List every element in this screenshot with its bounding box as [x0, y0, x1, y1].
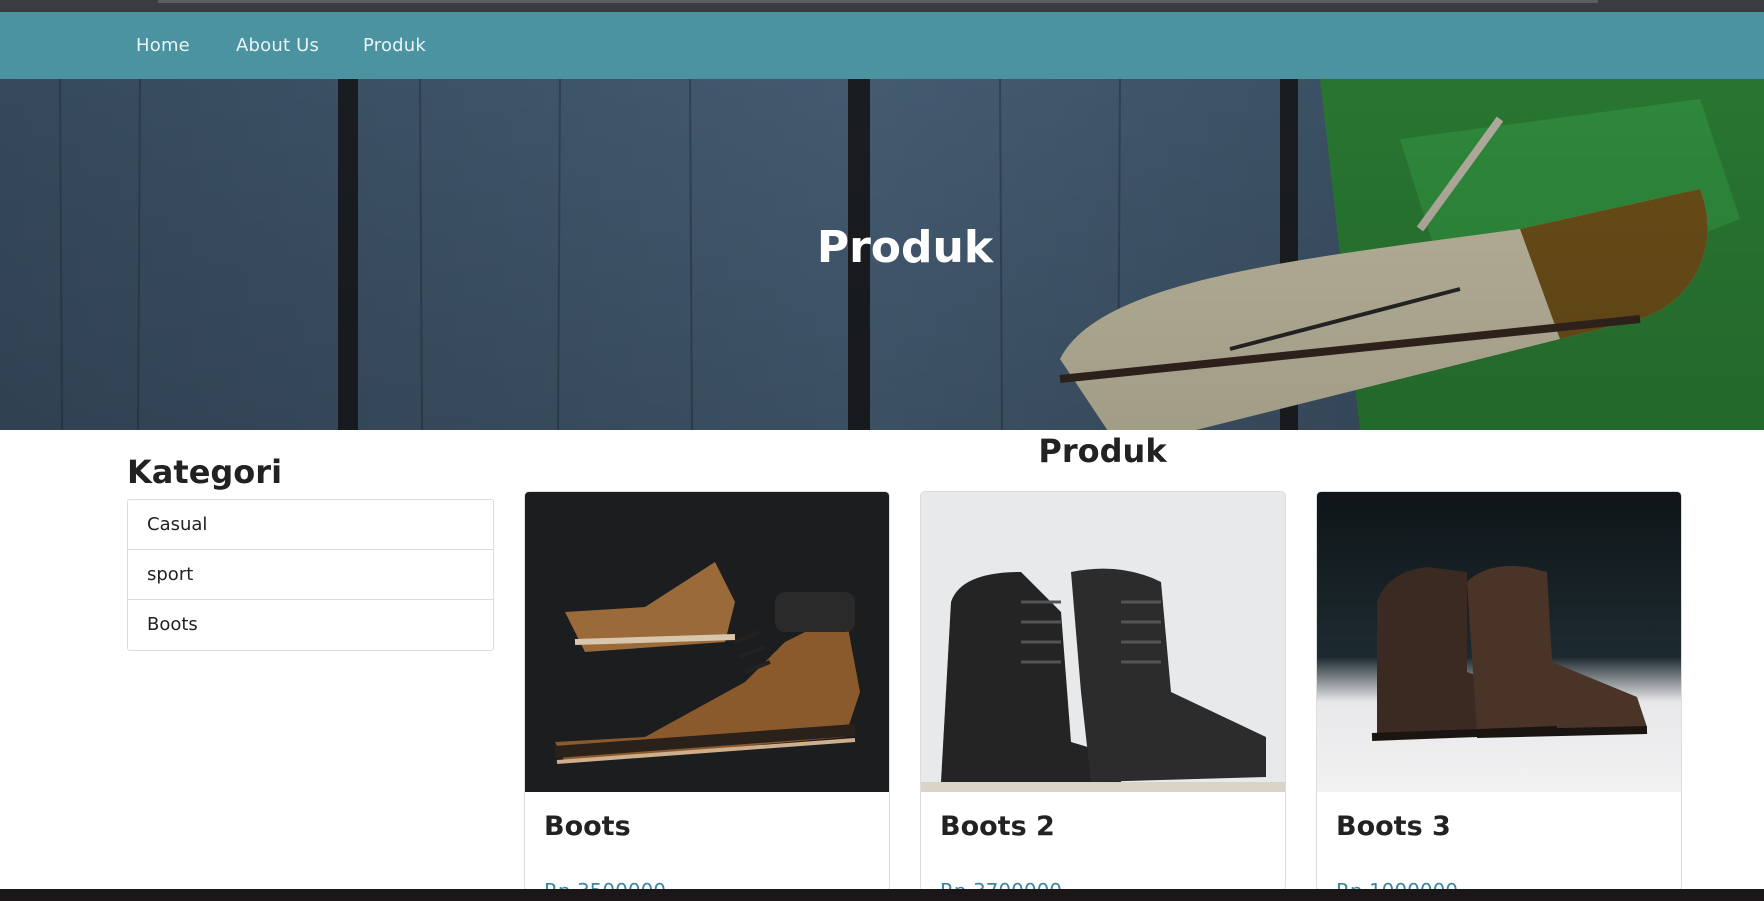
category-item-boots[interactable]: Boots [128, 600, 493, 650]
hero-title: Produk [816, 222, 994, 273]
nav-link-about-us[interactable]: About Us [236, 35, 319, 56]
product-name[interactable]: Boots 2 [940, 811, 1055, 842]
nav-link-home[interactable]: Home [136, 35, 190, 56]
product-card[interactable]: Boots 2 Rp 3700000 [920, 491, 1286, 891]
top-strip-line [158, 0, 1598, 3]
product-card[interactable]: Boots 3 Rp 1000000 [1316, 491, 1682, 891]
browser-top-strip [0, 0, 1764, 12]
product-name[interactable]: Boots 3 [1336, 811, 1451, 842]
category-title: Kategori [127, 453, 283, 491]
category-list: Casual sport Boots [127, 499, 494, 651]
product-image[interactable] [921, 492, 1286, 792]
nav-link-produk[interactable]: Produk [363, 35, 426, 56]
category-item-casual[interactable]: Casual [128, 500, 493, 550]
product-image[interactable] [525, 492, 890, 792]
product-card[interactable]: Boots Rp 3500000 [524, 491, 890, 891]
hero-banner: Produk [0, 79, 1764, 430]
navbar: Home About Us Produk [0, 12, 1764, 79]
taskbar-edge [0, 889, 1764, 901]
products-title: Produk [1038, 432, 1167, 470]
product-name[interactable]: Boots [544, 811, 631, 842]
product-image[interactable] [1317, 492, 1682, 792]
category-item-sport[interactable]: sport [128, 550, 493, 600]
